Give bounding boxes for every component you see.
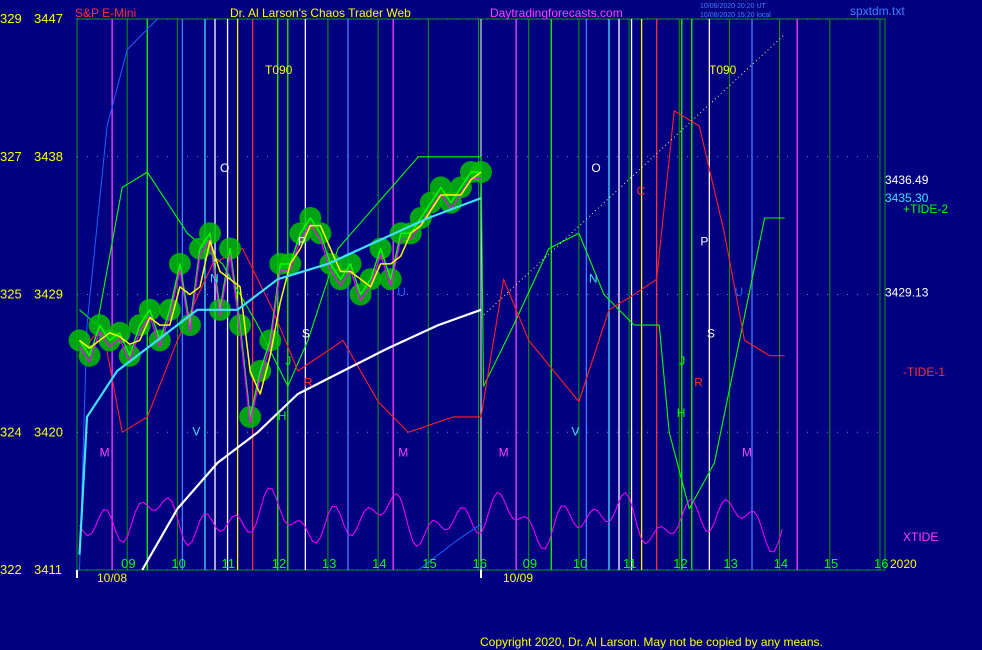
planet-letter-9: M (398, 446, 408, 460)
planet-letter-8: M (100, 446, 110, 460)
site-link[interactable]: Daytradingforecasts.com (490, 6, 623, 20)
x-tick-label: 13 (723, 556, 737, 571)
average-cyan-line (78, 197, 482, 555)
planet-letter-2: P (298, 235, 306, 249)
xtide-line (79, 487, 783, 553)
year-label: 2020 (890, 557, 917, 571)
planet-letter-5: R (304, 375, 313, 389)
xtide-label: XTIDE (903, 530, 938, 544)
y-tick-right-4: 3411 (34, 562, 62, 577)
right-value-0: 3436.49 (885, 173, 929, 187)
planet-letter-13: C (637, 184, 646, 198)
x-tick-label: 12 (272, 556, 286, 571)
x-tick-label: 14 (372, 556, 386, 571)
vertical-marker-lines (111, 19, 798, 570)
planet-letter-7: V (192, 424, 200, 438)
y-tick-right-0: 3447 (34, 11, 63, 26)
planet-letter-15: S (707, 326, 715, 340)
chaos-chart: 329 3447 327 3438 325 3429 324 3420 322 3411 09 10 1… (0, 3, 948, 649)
y-tick-left-1: 327 (0, 149, 22, 164)
updated-local: 10/08/2020 15:20 local (700, 12, 771, 19)
y-tick-right-1: 3438 (34, 149, 63, 164)
copyright: Copyright 2020, Dr. Al Larson. May not b… (480, 635, 823, 649)
planet-letter-11: O (591, 161, 600, 175)
planet-letter-20: M (499, 446, 509, 460)
blue-curve (79, 18, 158, 571)
planet-letter-0: O (220, 161, 229, 175)
x-tick-label: 15 (824, 556, 838, 571)
label-layer: 329 3447 327 3438 325 3429 324 3420 322 3411 09 10 1… (0, 11, 929, 577)
author-title: Dr. Al Larson's Chaos Trader Web (230, 6, 411, 20)
t090-right-label: T090 (709, 63, 737, 77)
x-tick-label: 11 (623, 556, 637, 571)
x-tick-label: 16 (472, 556, 486, 571)
y-tick-left-2: 325 (0, 287, 22, 302)
x-tick-label: 11 (222, 556, 236, 571)
y-tick-right-2: 3429 (34, 287, 63, 302)
planet-letter-4: J (285, 354, 291, 368)
right-value-2: 3429.13 (885, 286, 929, 300)
planet-letter-3: S (302, 326, 310, 340)
day-label-2: 10/09 (503, 571, 533, 585)
y-tick-left-3: 324 (0, 424, 22, 439)
planet-letter-16: J (679, 354, 685, 368)
x-tick-label: 10 (171, 556, 185, 571)
x-tick-label: 16 (874, 556, 888, 571)
planet-letter-22: U (734, 285, 743, 299)
symbol-label: S&P E-Mini (75, 6, 136, 20)
x-tick-label: 12 (673, 556, 687, 571)
updated-ut: 10/08/2020 20:20 UT (700, 3, 766, 10)
file-label: spxtdm.txt (850, 4, 905, 18)
tide-plus-label: +TIDE-2 (903, 202, 948, 216)
planet-letter-21: M (742, 446, 752, 460)
planet-letter-17: R (694, 375, 703, 389)
trend-line (480, 33, 785, 318)
planet-letter-1: N (210, 271, 219, 285)
x-tick-label: 15 (422, 556, 436, 571)
planet-letter-12: N (589, 271, 598, 285)
planet-letter-18: H (677, 406, 686, 420)
tide-minus-label: -TIDE-1 (903, 365, 945, 379)
x-tick-label: 14 (774, 556, 788, 571)
x-tick-label: 09 (121, 556, 135, 571)
x-tick-label: 09 (523, 556, 537, 571)
x-tick-label: 13 (322, 556, 336, 571)
y-tick-left-0: 329 (0, 11, 22, 26)
average-white-line (141, 308, 482, 571)
planet-letter-10: U (397, 285, 406, 299)
y-tick-left-4: 322 (0, 562, 22, 577)
planet-letter-14: P (700, 235, 708, 249)
x-tick-label: 10 (573, 556, 587, 571)
t090-left-label: T090 (265, 63, 293, 77)
planet-letter-6: H (278, 409, 287, 423)
planet-letter-19: V (571, 424, 579, 438)
day-label-1: 10/08 (97, 571, 127, 585)
y-tick-right-3: 3420 (34, 424, 63, 439)
grid-layer (76, 18, 886, 578)
